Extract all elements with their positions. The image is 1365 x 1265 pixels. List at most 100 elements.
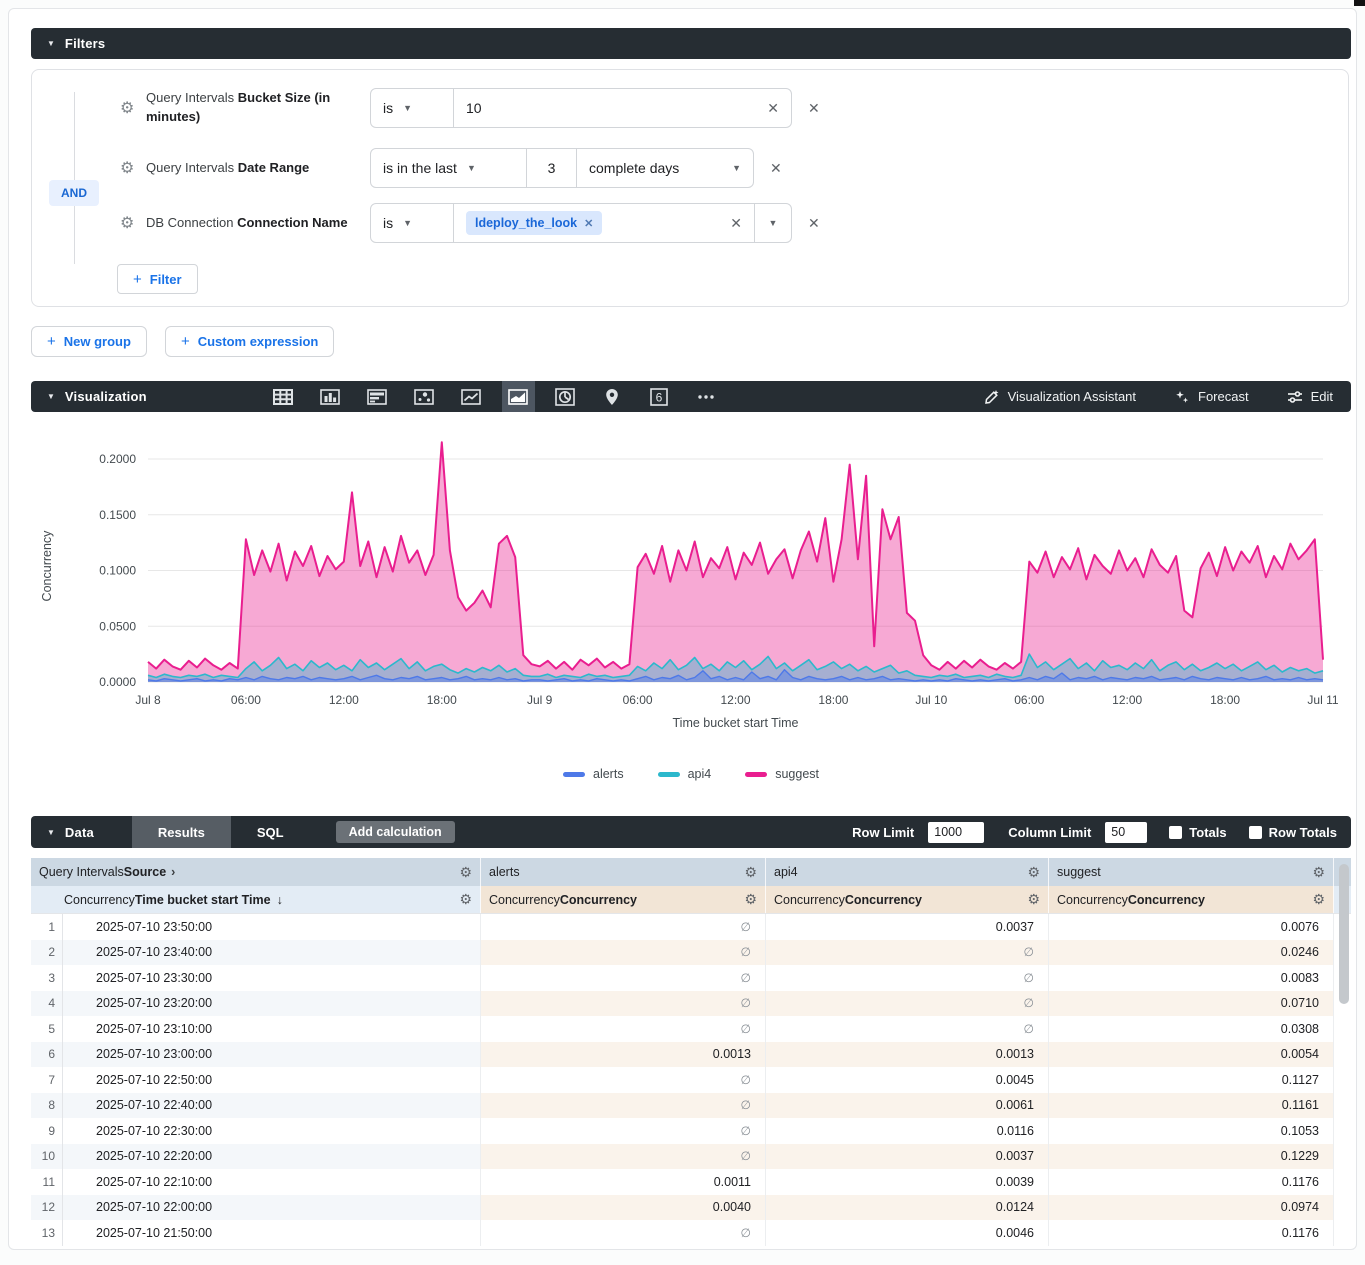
area-chart[interactable]: 0.00000.05000.10000.15000.2000Jul 806:00… bbox=[31, 416, 1351, 791]
measure-value-cell[interactable]: 0.1161 bbox=[1049, 1093, 1334, 1119]
measure-value-cell[interactable]: ∅ bbox=[481, 965, 766, 991]
add-calculation-button[interactable]: Add calculation bbox=[336, 821, 455, 843]
filter-op-select[interactable]: is▼ bbox=[371, 204, 453, 242]
measure-value-cell[interactable]: 0.0246 bbox=[1049, 940, 1334, 966]
measure-value-cell[interactable]: 0.0710 bbox=[1049, 991, 1334, 1017]
collapse-caret-icon[interactable]: ▼ bbox=[47, 828, 55, 837]
column-limit-input[interactable] bbox=[1105, 822, 1147, 843]
custom-expression-button[interactable]: + Custom expression bbox=[165, 326, 334, 357]
remove-filter-icon[interactable]: ✕ bbox=[808, 215, 820, 232]
measure-value-cell[interactable]: ∅ bbox=[766, 965, 1049, 991]
measure-value-cell[interactable]: 0.1127 bbox=[1049, 1067, 1334, 1093]
measure-value-cell[interactable]: 0.0083 bbox=[1049, 965, 1334, 991]
map-pin-icon[interactable] bbox=[596, 381, 629, 412]
measure-column-header[interactable]: Concurrency Concurrency ⚙ bbox=[481, 886, 766, 913]
gear-icon[interactable]: ⚙ bbox=[744, 864, 757, 881]
measure-value-cell[interactable]: 0.0013 bbox=[481, 1042, 766, 1068]
time-bucket-cell[interactable]: 2025-07-10 23:30:00 bbox=[63, 965, 481, 991]
measure-value-cell[interactable]: 0.1176 bbox=[1049, 1169, 1334, 1195]
forecast-button[interactable]: Forecast bbox=[1174, 389, 1249, 405]
time-bucket-cell[interactable]: 2025-07-10 23:50:00 bbox=[63, 914, 481, 940]
remove-chip-icon[interactable]: ✕ bbox=[584, 217, 593, 230]
time-bucket-cell[interactable]: 2025-07-10 22:40:00 bbox=[63, 1093, 481, 1119]
filter-op-select[interactable]: is in the last▼ bbox=[371, 149, 526, 187]
chevron-right-icon[interactable]: › bbox=[171, 865, 175, 879]
measure-value-cell[interactable]: 0.0037 bbox=[766, 1144, 1049, 1170]
scrollbar-thumb[interactable] bbox=[1339, 864, 1349, 1004]
sort-desc-icon[interactable]: ↓ bbox=[277, 893, 283, 907]
measure-value-cell[interactable]: 0.0045 bbox=[766, 1067, 1049, 1093]
measure-value-cell[interactable]: 0.0116 bbox=[766, 1118, 1049, 1144]
measure-value-cell[interactable]: 0.0037 bbox=[766, 914, 1049, 940]
measure-value-cell[interactable]: ∅ bbox=[481, 1144, 766, 1170]
measure-value-cell[interactable]: ∅ bbox=[481, 1220, 766, 1246]
bar-chart-icon[interactable] bbox=[314, 381, 347, 412]
totals-checkbox[interactable] bbox=[1169, 826, 1182, 839]
measure-value-cell[interactable]: 0.0013 bbox=[766, 1042, 1049, 1068]
pivot-dimension-header[interactable]: Query Intervals Source › ⚙ bbox=[31, 858, 481, 886]
remove-filter-icon[interactable]: ✕ bbox=[808, 100, 820, 117]
time-bucket-cell[interactable]: 2025-07-10 23:00:00 bbox=[63, 1042, 481, 1068]
and-operator-chip[interactable]: AND bbox=[49, 180, 99, 206]
legend-item-api4[interactable]: api4 bbox=[658, 767, 712, 781]
suggestions-dropdown-button[interactable]: ▼ bbox=[755, 204, 791, 242]
time-bucket-cell[interactable]: 2025-07-10 21:50:00 bbox=[63, 1220, 481, 1246]
more-viz-types-icon[interactable] bbox=[690, 381, 723, 412]
time-bucket-cell[interactable]: 2025-07-10 23:40:00 bbox=[63, 940, 481, 966]
measure-value-cell[interactable]: 0.0076 bbox=[1049, 914, 1334, 940]
gear-icon[interactable]: ⚙ bbox=[1027, 891, 1040, 908]
filters-section-header[interactable]: ▼ Filters bbox=[31, 28, 1351, 59]
dimension-column-header[interactable]: Concurrency Time bucket start Time ↓ ⚙ bbox=[31, 886, 481, 913]
line-chart-icon[interactable] bbox=[455, 381, 488, 412]
new-group-button[interactable]: + New group bbox=[31, 326, 147, 357]
measure-value-cell[interactable]: 0.1229 bbox=[1049, 1144, 1334, 1170]
measure-value-cell[interactable]: ∅ bbox=[766, 991, 1049, 1017]
measure-column-header[interactable]: Concurrency Concurrency ⚙ bbox=[766, 886, 1049, 913]
measure-value-cell[interactable]: ∅ bbox=[766, 1016, 1049, 1042]
measure-value-cell[interactable]: 0.0054 bbox=[1049, 1042, 1334, 1068]
clear-value-icon[interactable]: ✕ bbox=[767, 100, 779, 117]
time-bucket-cell[interactable]: 2025-07-10 22:20:00 bbox=[63, 1144, 481, 1170]
time-bucket-cell[interactable]: 2025-07-10 22:50:00 bbox=[63, 1067, 481, 1093]
row-totals-checkbox[interactable] bbox=[1249, 826, 1262, 839]
area-chart-icon[interactable] bbox=[502, 381, 535, 412]
measure-value-cell[interactable]: 0.0011 bbox=[481, 1169, 766, 1195]
legend-item-alerts[interactable]: alerts bbox=[563, 767, 624, 781]
measure-value-cell[interactable]: 0.0124 bbox=[766, 1195, 1049, 1221]
gear-icon[interactable]: ⚙ bbox=[1312, 891, 1325, 908]
measure-value-cell[interactable]: ∅ bbox=[481, 1093, 766, 1119]
single-value-icon[interactable]: 6 bbox=[643, 381, 676, 412]
edit-button[interactable]: Edit bbox=[1287, 389, 1333, 404]
gear-icon[interactable]: ⚙ bbox=[1312, 864, 1325, 881]
legend-item-suggest[interactable]: suggest bbox=[745, 767, 819, 781]
measure-value-cell[interactable]: 0.0061 bbox=[766, 1093, 1049, 1119]
visualization-assistant-button[interactable]: Visualization Assistant bbox=[984, 389, 1136, 405]
measure-value-cell[interactable]: ∅ bbox=[766, 940, 1049, 966]
tab-results[interactable]: Results bbox=[132, 816, 231, 848]
tab-sql[interactable]: SQL bbox=[231, 816, 310, 848]
filter-token-input[interactable]: ldeploy_the_look ✕ ✕ bbox=[454, 204, 754, 242]
measure-value-cell[interactable]: ∅ bbox=[481, 914, 766, 940]
table-chart-icon[interactable] bbox=[267, 381, 300, 412]
measure-value-cell[interactable]: 0.0040 bbox=[481, 1195, 766, 1221]
filter-value-input[interactable]: 10 ✕ bbox=[454, 89, 791, 127]
gear-icon[interactable]: ⚙ bbox=[120, 158, 146, 178]
scatter-plot-icon[interactable] bbox=[408, 381, 441, 412]
filter-unit-select[interactable]: complete days▼ bbox=[577, 149, 753, 187]
measure-value-cell[interactable]: ∅ bbox=[481, 1067, 766, 1093]
chart-canvas[interactable]: 0.00000.05000.10000.15000.2000Jul 806:00… bbox=[31, 416, 1351, 738]
filter-op-select[interactable]: is▼ bbox=[371, 89, 453, 127]
gear-icon[interactable]: ⚙ bbox=[459, 864, 472, 881]
pivot-value-header-alerts[interactable]: alerts ⚙ bbox=[481, 858, 766, 886]
measure-value-cell[interactable]: 0.0046 bbox=[766, 1220, 1049, 1246]
measure-value-cell[interactable]: 0.0308 bbox=[1049, 1016, 1334, 1042]
gear-icon[interactable]: ⚙ bbox=[120, 213, 146, 233]
table-scrollbar[interactable] bbox=[1339, 860, 1349, 1248]
measure-value-cell[interactable]: 0.1053 bbox=[1049, 1118, 1334, 1144]
row-chart-icon[interactable] bbox=[361, 381, 394, 412]
time-bucket-cell[interactable]: 2025-07-10 22:10:00 bbox=[63, 1169, 481, 1195]
remove-filter-icon[interactable]: ✕ bbox=[770, 160, 782, 177]
gear-icon[interactable]: ⚙ bbox=[744, 891, 757, 908]
pivot-value-header-suggest[interactable]: suggest ⚙ bbox=[1049, 858, 1334, 886]
time-bucket-cell[interactable]: 2025-07-10 23:20:00 bbox=[63, 991, 481, 1017]
